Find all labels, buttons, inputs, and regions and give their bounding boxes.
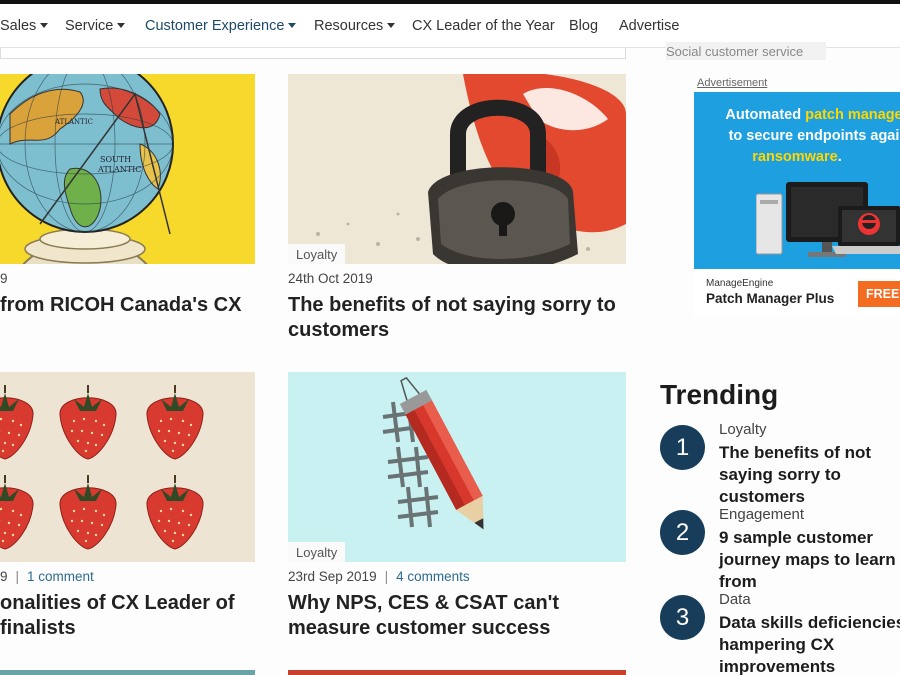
- article-image-pencil[interactable]: Loyalty: [288, 372, 626, 562]
- svg-text:ATLANTIC: ATLANTIC: [54, 118, 93, 126]
- ad-cta-button[interactable]: FREE: [858, 281, 900, 307]
- svg-text:ATLANTIC: ATLANTIC: [97, 165, 141, 174]
- article-date: 24th Oct 2019: [288, 271, 373, 286]
- ad-line-1: Automated patch manage: [694, 105, 900, 126]
- article-image-globe[interactable]: SOUTH ATLANTIC ATLANTIC: [0, 74, 255, 264]
- padlock-illustration: [316, 74, 626, 264]
- nav-item-customer-experience[interactable]: Customer Experience: [145, 18, 297, 34]
- article-date: 9: [0, 271, 8, 286]
- article-image-strawberries[interactable]: [0, 372, 255, 562]
- ad-line-2: to secure endpoints agai: [728, 128, 900, 144]
- nav-item-sales[interactable]: Sales: [0, 18, 49, 34]
- nav-item-resources[interactable]: Resources: [314, 18, 396, 34]
- ad-brand-logo: ManageEngine: [706, 278, 774, 289]
- trending-title[interactable]: 9 sample customer journey maps to learn …: [719, 527, 900, 593]
- advertisement-banner[interactable]: Automated patch manage to secure endpoin…: [694, 92, 900, 317]
- trending-rank-badge: 3: [660, 595, 705, 640]
- article-image-lock[interactable]: Loyalty: [288, 74, 626, 264]
- ad-product-name: Patch Manager Plus: [706, 291, 835, 306]
- article-meta: 9 | 1 comment: [0, 569, 94, 584]
- computer-illustration: [756, 182, 900, 257]
- search-tag[interactable]: Social customer service: [666, 42, 826, 60]
- chevron-down-icon: [288, 23, 297, 28]
- pencil-illustration: [382, 376, 484, 530]
- search-bar[interactable]: [0, 48, 626, 59]
- trending-category[interactable]: Data: [719, 591, 751, 608]
- meta-separator: |: [384, 569, 389, 584]
- ad-footer: ManageEngine Patch Manager Plus FREE: [694, 269, 900, 317]
- chevron-down-icon: [40, 23, 49, 28]
- category-tag[interactable]: Loyalty: [288, 244, 346, 264]
- comments-link[interactable]: 4 comments: [396, 569, 470, 584]
- trending-heading: Trending: [660, 379, 779, 410]
- ad-text: .: [837, 149, 842, 165]
- meta-separator: |: [15, 569, 20, 584]
- trending-rank-badge: 2: [660, 510, 705, 555]
- trending-rank-badge: 1: [660, 425, 705, 470]
- nav-item-advertise[interactable]: Advertise: [619, 18, 679, 34]
- nav-item-customer-experience-label: Customer Experience: [145, 18, 285, 34]
- article-date: 9: [0, 569, 8, 584]
- article-date: 23rd Sep 2019: [288, 569, 377, 584]
- next-article-image[interactable]: [288, 670, 626, 675]
- nav-item-blog[interactable]: Blog: [569, 18, 598, 34]
- article-title[interactable]: Why NPS, CES & CSAT can't measure custom…: [288, 591, 626, 641]
- nav-item-service[interactable]: Service: [65, 18, 126, 34]
- nav-item-service-label: Service: [65, 18, 114, 34]
- trending-category[interactable]: Loyalty: [719, 421, 767, 438]
- nav-item-resources-label: Resources: [314, 18, 384, 34]
- category-tag[interactable]: Loyalty: [288, 542, 346, 562]
- ad-highlight: ransomware: [752, 149, 838, 165]
- ad-highlight: patch manage: [805, 107, 900, 123]
- article-title[interactable]: from RICOH Canada's CX: [0, 293, 255, 318]
- article-title[interactable]: onalities of CX Leader of finalists: [0, 591, 255, 641]
- article-title[interactable]: The benefits of not saying sorry to cust…: [288, 293, 626, 343]
- nav-item-cx-leader[interactable]: CX Leader of the Year: [412, 18, 555, 34]
- svg-text:SOUTH: SOUTH: [100, 155, 131, 164]
- trending-category[interactable]: Engagement: [719, 506, 804, 523]
- nav-item-sales-label: Sales: [0, 18, 37, 34]
- ad-line-3: ransomware.: [694, 147, 900, 168]
- ad-headline: Automated patch manage to secure endpoin…: [694, 105, 900, 168]
- globe-illustration: SOUTH ATLANTIC ATLANTIC: [0, 74, 174, 264]
- trending-title[interactable]: The benefits of not saying sorry to cust…: [719, 442, 900, 508]
- strawberries-illustration: [0, 384, 205, 550]
- article-meta: 23rd Sep 2019 | 4 comments: [288, 569, 470, 584]
- ad-text: Automated: [725, 107, 806, 123]
- chevron-down-icon: [117, 23, 126, 28]
- next-article-image[interactable]: [0, 670, 255, 675]
- trending-title[interactable]: Data skills deficiencies hampering CX im…: [719, 612, 900, 675]
- ad-label: Advertisement: [697, 77, 768, 89]
- comments-link[interactable]: 1 comment: [27, 569, 94, 584]
- chevron-down-icon: [387, 23, 396, 28]
